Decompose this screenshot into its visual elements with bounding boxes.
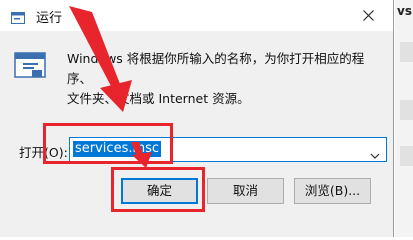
run-icon (14, 50, 48, 80)
background-block (400, 42, 413, 62)
screenshot-stage: vs 运行 Windows 将根据你所输入的名称，为你打开相应的程序、 文件夹、… (0, 0, 413, 237)
window-title: 运行 (36, 11, 63, 26)
description-line-1: Windows 将根据你所输入的名称，为你打开相应的程序、 (67, 51, 365, 86)
title-bar[interactable]: 运行 (0, 0, 393, 31)
close-icon (363, 10, 374, 21)
background-edge-text: vs (397, 4, 412, 18)
run-description: Windows 将根据你所输入的名称，为你打开相应的程序、 文件夹、文档或 In… (67, 49, 379, 109)
run-dialog: 运行 Windows 将根据你所输入的名称，为你打开相应的程序、 文件夹、文档或… (0, 0, 394, 237)
run-app-icon (11, 9, 25, 24)
browse-button[interactable]: 浏览(B)... (294, 178, 371, 204)
ok-button[interactable]: 确定 (121, 178, 198, 204)
description-line-2: 文件夹、文档或 Internet 资源。 (67, 91, 250, 106)
open-combobox[interactable]: services.msc (69, 137, 387, 162)
open-input-value[interactable]: services.msc (73, 141, 162, 157)
chevron-down-icon[interactable] (370, 145, 380, 164)
cancel-button[interactable]: 取消 (207, 178, 284, 204)
background-block (400, 146, 413, 166)
close-button[interactable] (345, 0, 393, 31)
background-block (400, 100, 413, 120)
open-label: 打开(O): (19, 145, 68, 160)
